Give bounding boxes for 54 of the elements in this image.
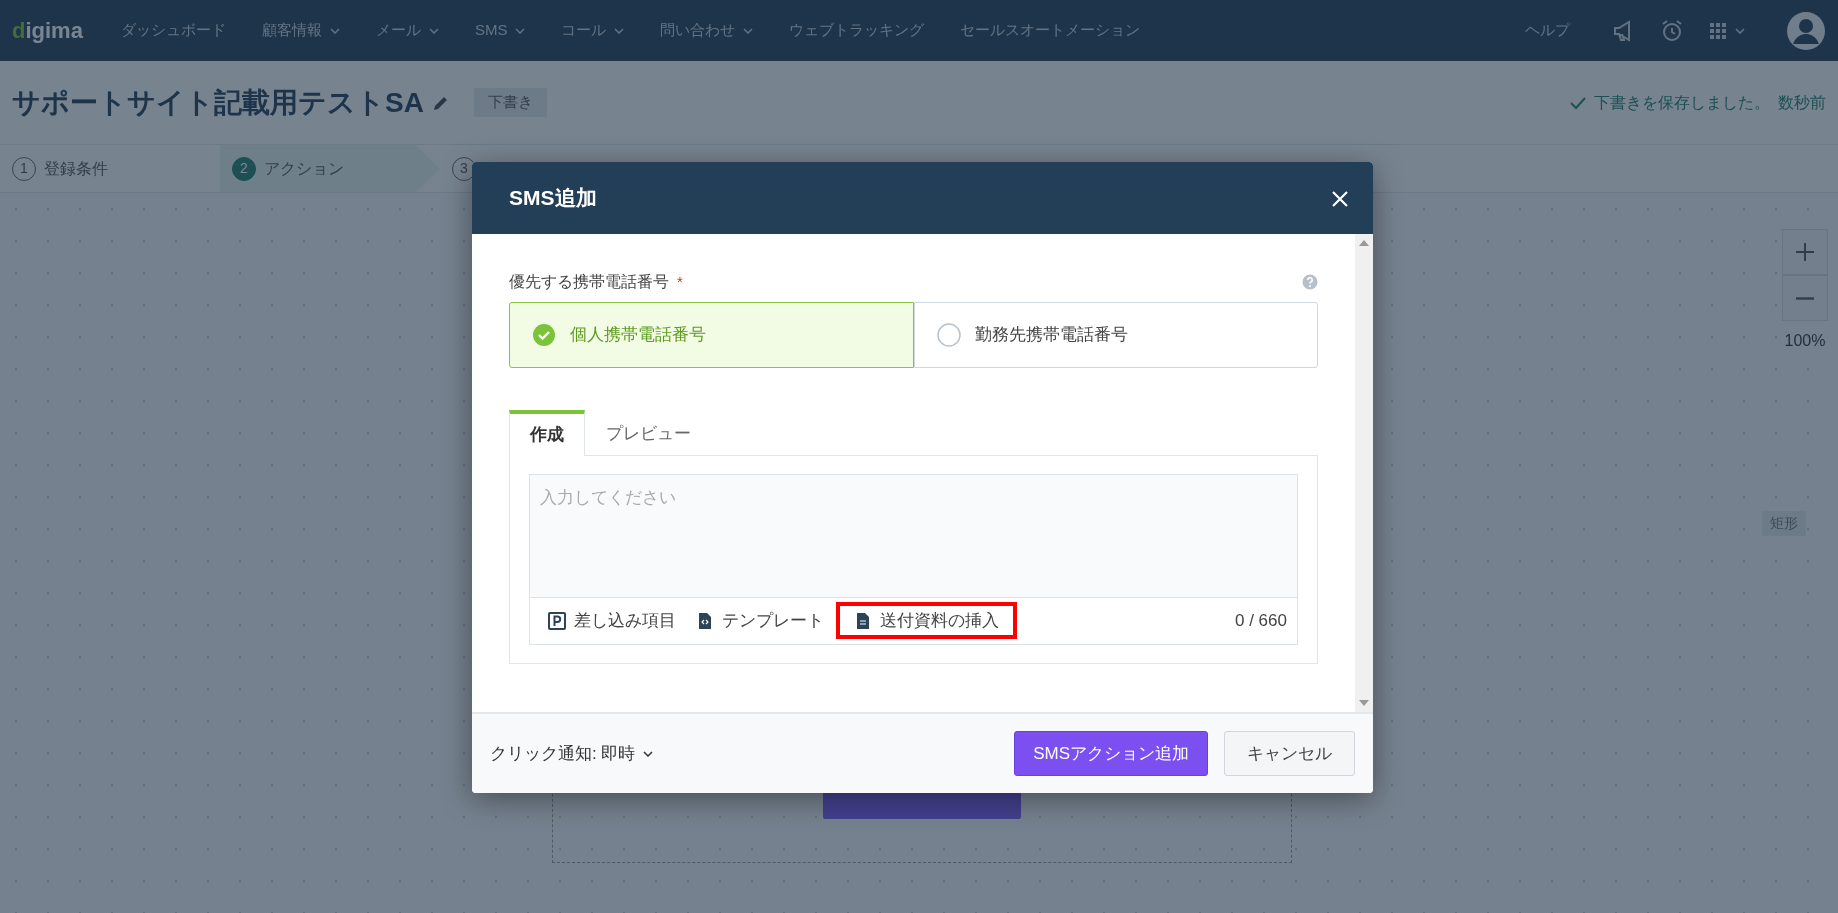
character-counter: 0 / 660 bbox=[1235, 609, 1287, 632]
merge-field-icon bbox=[548, 611, 566, 630]
step-number: 2 bbox=[232, 156, 256, 181]
radio-option[interactable]: 個人携帯電話番号 bbox=[509, 302, 914, 368]
scroll-down-icon[interactable] bbox=[1359, 700, 1369, 706]
zoom-level-text: 100% bbox=[1784, 331, 1826, 351]
alarm-clock-icon[interactable] bbox=[1660, 18, 1684, 43]
step-tab[interactable]: 2 アクション bbox=[220, 145, 440, 192]
page-title: サポートサイト記載用テストSA bbox=[12, 85, 424, 120]
caret-icon bbox=[643, 750, 654, 757]
check-icon bbox=[1570, 95, 1586, 110]
close-icon bbox=[1331, 189, 1349, 208]
field-label: 優先する携帯電話番号 bbox=[509, 272, 669, 292]
save-status-text: 下書きを保存しました。 bbox=[1594, 92, 1770, 113]
nav-dropdown[interactable]: 顧客情報 bbox=[243, 19, 358, 42]
minus-icon bbox=[1795, 296, 1815, 300]
toolbar-button[interactable]: テンプレート bbox=[688, 601, 832, 640]
code-file-icon bbox=[696, 611, 714, 630]
editor-tab[interactable]: プレビュー bbox=[585, 410, 712, 456]
editor-tab[interactable]: 作成 bbox=[509, 410, 585, 456]
save-time-text: 数秒前 bbox=[1778, 92, 1826, 113]
nav-link[interactable]: セールスオートメーション bbox=[942, 19, 1159, 42]
zoom-in-button[interactable] bbox=[1782, 229, 1828, 275]
help-icon[interactable] bbox=[1302, 274, 1318, 290]
status-badge: 下書き bbox=[473, 88, 547, 117]
document-icon bbox=[854, 611, 872, 630]
help-link[interactable]: ヘルプ bbox=[1507, 19, 1588, 42]
add-sms-action-button[interactable]: SMSアクション追加 bbox=[1014, 730, 1208, 777]
dialog-title: SMS追加 bbox=[509, 185, 597, 212]
scrollbar[interactable] bbox=[1355, 234, 1373, 712]
app-grid-icon[interactable] bbox=[1708, 20, 1748, 41]
cancel-button[interactable]: キャンセル bbox=[1224, 730, 1355, 777]
nav-dropdown[interactable]: SMS bbox=[456, 19, 544, 42]
nav-dropdown[interactable]: メール bbox=[357, 19, 457, 42]
user-avatar-icon[interactable] bbox=[1786, 10, 1826, 51]
step-tab[interactable]: 1 登録条件 bbox=[0, 145, 220, 192]
step-label: 登録条件 bbox=[44, 158, 108, 179]
nav-dropdown[interactable]: コール bbox=[543, 19, 643, 42]
check-circle-icon bbox=[532, 323, 556, 347]
nav-link[interactable]: ウェブトラッキング bbox=[771, 19, 943, 42]
plus-icon bbox=[1795, 242, 1815, 262]
zoom-out-button[interactable] bbox=[1782, 275, 1828, 321]
click-notification-dropdown[interactable]: クリック通知: 即時 bbox=[490, 740, 654, 767]
nav-dropdown[interactable]: 問い合わせ bbox=[642, 19, 772, 42]
scroll-up-icon[interactable] bbox=[1359, 240, 1369, 246]
step-label: アクション bbox=[264, 158, 344, 179]
radio-circle-icon bbox=[936, 323, 961, 347]
logo[interactable]: digima bbox=[12, 14, 83, 47]
nav-link[interactable]: ダッシュボード bbox=[102, 19, 244, 42]
toolbar-button[interactable]: 差し込み項目 bbox=[540, 601, 684, 640]
radio-option[interactable]: 勤務先携帯電話番号 bbox=[913, 302, 1318, 368]
message-input[interactable]: 入力してください bbox=[529, 473, 1298, 597]
toolbar-button[interactable]: 送付資料の挿入 bbox=[836, 601, 1017, 640]
required-mark: * bbox=[677, 271, 683, 292]
